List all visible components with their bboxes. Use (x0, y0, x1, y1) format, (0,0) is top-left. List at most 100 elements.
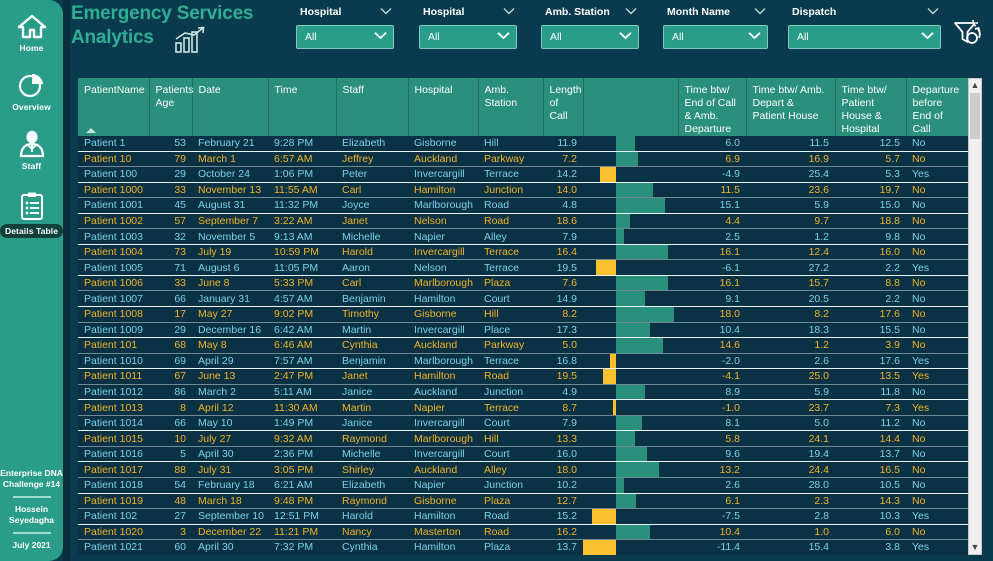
cell-0: Patient 1009 (78, 322, 149, 339)
chevron-down-icon[interactable] (625, 6, 637, 18)
sidebar-item-home[interactable]: Home (0, 14, 63, 53)
column-header-5[interactable]: Hospital (408, 78, 479, 136)
table-row[interactable]: Patient 1014 66 May 10 1:49 PM Janice Inverca… (78, 415, 968, 432)
cell-10: 23.6 (746, 182, 835, 199)
cell-10: 25.0 (746, 368, 835, 385)
column-header-2[interactable]: Date (192, 78, 269, 136)
column-header-3[interactable]: Time (268, 78, 337, 136)
cell-0: Patient 1003 (78, 228, 149, 245)
table-row[interactable]: Patient 10 79 March 1 6:57 AM Jeffrey Aucklan… (78, 151, 968, 168)
cell-3: 11:32 PM (268, 197, 336, 214)
cell-10: 9.7 (746, 213, 835, 230)
footer-author-line1: Hossein (14, 504, 49, 514)
table-row[interactable]: Patient 1006 33 June 8 5:33 PM Carl Marlborou… (78, 275, 968, 292)
table-row[interactable]: Patient 1002 57 September 7 3:22 AM Janet Nel… (78, 213, 968, 230)
slicer-value: All (428, 31, 440, 43)
cell-7: 8.2 (543, 306, 583, 323)
table-row[interactable]: Patient 1009 29 December 16 6:42 AM Martin In… (78, 322, 968, 339)
table-row[interactable]: Patient 1018 54 February 18 6:21 AM Elizabet… (78, 477, 968, 494)
table-row[interactable]: Patient 1011 67 June 13 2:47 PM Janet Hamilto… (78, 368, 968, 385)
slicer-dropdown[interactable]: All (663, 25, 768, 49)
cell-11: 13.5 (835, 368, 906, 385)
table-row[interactable]: Patient 1010 69 April 29 7:57 AM Benjamin Mar… (78, 353, 968, 370)
chevron-down-icon[interactable] (374, 31, 387, 43)
cell-0: Patient 1005 (78, 259, 149, 276)
table-row[interactable]: Patient 1003 32 November 5 9:13 AM Michelle N… (78, 228, 968, 245)
chevron-down-icon[interactable] (754, 6, 766, 18)
data-bar-cell (583, 306, 678, 323)
cell-3: 7:57 AM (268, 353, 336, 370)
slicer-dropdown[interactable]: All (788, 25, 941, 49)
chevron-down-icon[interactable] (497, 31, 510, 43)
table-row[interactable]: Patient 1008 17 May 27 9:02 PM Timothy Gisbor… (78, 306, 968, 323)
table-row[interactable]: Patient 1013 8 April 12 11:30 AM Martin Napie… (78, 399, 968, 416)
table-row[interactable]: Patient 1007 66 January 31 4:57 AM Benjamin H… (78, 290, 968, 308)
cell-3: 10:59 PM (268, 244, 336, 261)
table-row[interactable]: Patient 1004 73 July 19 10:59 PM Harold Inver… (78, 244, 968, 261)
cell-6: Road (478, 524, 543, 541)
data-bar-cell (583, 166, 678, 183)
slicer-header[interactable]: Hospital (296, 4, 394, 20)
scrollbar-thumb[interactable] (970, 93, 980, 139)
slicer-dropdown[interactable]: All (296, 25, 394, 49)
chevron-down-icon[interactable] (503, 6, 515, 18)
chevron-down-icon[interactable]: ▼ (969, 541, 981, 554)
column-header-12[interactable]: Departure before End of Call (906, 78, 968, 136)
cell-0: Patient 1021 (78, 539, 149, 555)
table-row[interactable]: Patient 101 68 May 8 6:46 AM Cynthia Auckland… (78, 337, 968, 354)
details-table-container[interactable]: PatientName Patients Age Date Time Staff Hosp… (78, 78, 968, 555)
table-row[interactable]: Patient 1017 88 July 31 3:05 PM Shirley Auckl… (78, 461, 968, 479)
column-header-1[interactable]: Patients Age (149, 78, 193, 136)
column-header-10[interactable]: Time btw/ Amb. Depart & Patient House (746, 78, 836, 136)
slicer-label: Hospital (423, 6, 465, 18)
slicer-header[interactable]: Hospital (419, 4, 517, 20)
table-row[interactable]: Patient 1001 45 August 31 11:32 PM Joyce Marl… (78, 197, 968, 214)
table-row[interactable]: Patient 1005 71 August 6 11:05 PM Aaron Nelso… (78, 259, 968, 276)
slicer-dropdown[interactable]: All (419, 25, 517, 49)
sidebar-item-details-table[interactable]: Details Table (0, 191, 64, 238)
column-header-8[interactable] (583, 78, 679, 136)
chevron-down-icon[interactable] (380, 6, 392, 18)
vertical-scrollbar[interactable]: ▲ ▼ (968, 78, 982, 555)
cell-7: 14.0 (543, 182, 583, 199)
table-row[interactable]: Patient 1000 33 November 13 11:55 AM Carl Ham… (78, 182, 968, 199)
cell-0: Patient 1008 (78, 306, 149, 323)
table-row[interactable]: Patient 1015 10 July 27 9:32 AM Raymond Marlb… (78, 430, 968, 447)
column-header-7[interactable]: Length of Call (543, 78, 584, 136)
slicer-dropdown[interactable]: All (541, 25, 639, 49)
column-header-11[interactable]: Time btw/ Patient House & Hospital (835, 78, 907, 136)
cell-3: 2:47 PM (268, 368, 336, 385)
cell-11: 9.8 (835, 228, 906, 245)
slicer-header[interactable]: Dispatch (788, 4, 941, 20)
sidebar-item-overview[interactable]: Overview (0, 71, 63, 112)
chevron-down-icon[interactable] (619, 31, 632, 43)
cell-5: Hamilton (408, 539, 478, 555)
table-row[interactable]: Patient 1 53 February 21 9:28 PM Elizabeth Gi… (78, 136, 968, 152)
table-row[interactable]: Patient 102 27 September 10 12:51 PM Harold H… (78, 508, 968, 525)
column-header-4[interactable]: Staff (336, 78, 409, 136)
table-row[interactable]: Patient 1016 5 April 30 2:36 PM Michelle Inve… (78, 446, 968, 463)
cell-4: Cynthia (336, 337, 408, 354)
column-header-0[interactable]: PatientName (78, 78, 150, 136)
table-row[interactable]: Patient 1021 60 April 30 7:32 PM Cynthia Hami… (78, 539, 968, 555)
cell-7: 13.7 (543, 539, 583, 555)
cell-10: 25.4 (746, 166, 835, 183)
data-bar-positive (616, 213, 631, 228)
slicer-header[interactable]: Amb. Station (541, 4, 639, 20)
cell-11: 10.3 (835, 508, 906, 525)
table-row[interactable]: Patient 100 29 October 24 1:06 PM Peter Inver… (78, 166, 968, 183)
chevron-down-icon[interactable] (748, 31, 761, 43)
column-header-9[interactable]: Time btw/ End of Call & Amb. Departure (678, 78, 747, 136)
table-row[interactable]: Patient 1012 86 March 2 5:11 AM Janice Auckla… (78, 384, 968, 401)
table-row[interactable]: Patient 1020 3 December 22 11:21 PM Nancy Mas… (78, 524, 968, 541)
filter-reset-icon[interactable] (951, 18, 985, 53)
column-header-6[interactable]: Amb. Station (478, 78, 544, 136)
cell-12: No (906, 213, 968, 230)
table-row[interactable]: Patient 1019 48 March 18 9:48 PM Raymond Gisb… (78, 493, 968, 510)
chevron-down-icon[interactable] (921, 31, 934, 43)
sidebar-item-staff[interactable]: Staff (0, 130, 63, 171)
chevron-up-icon[interactable]: ▲ (969, 79, 981, 92)
chevron-down-icon[interactable] (927, 6, 939, 18)
slicer-header[interactable]: Month Name (663, 4, 768, 20)
cell-1: 33 (149, 275, 192, 292)
